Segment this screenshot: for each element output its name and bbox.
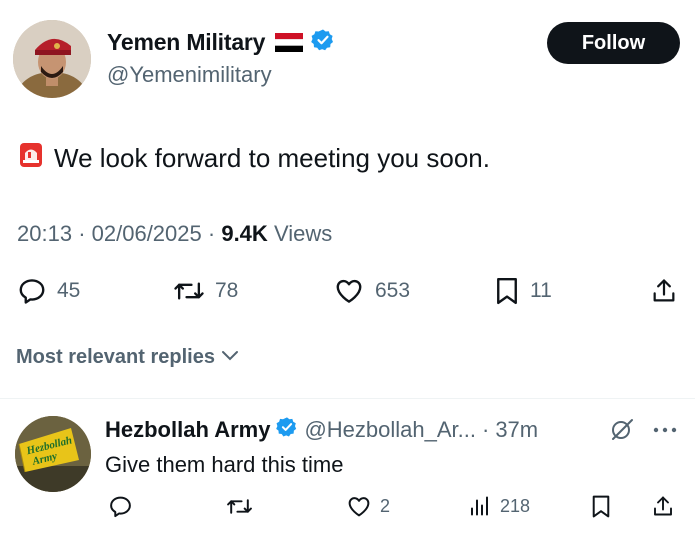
reply-age[interactable]: 37m (495, 417, 538, 443)
reply-avatar-image: Hezbollah Army (15, 416, 91, 492)
reply-icon (17, 276, 47, 306)
views-count: 9.4K (221, 221, 268, 246)
tweet-text-row: We look forward to meeting you soon. (18, 140, 490, 177)
heart-icon (333, 276, 365, 306)
meta-separator: · (207, 221, 216, 246)
reply-button[interactable]: 45 (17, 276, 80, 306)
analytics-icon (468, 494, 492, 519)
reply-views-count: 218 (500, 496, 531, 516)
siren-icon (18, 140, 44, 177)
reply-share-button[interactable] (651, 494, 675, 519)
reply-views-button[interactable]: 218 (468, 494, 530, 519)
heart-icon (346, 494, 372, 519)
reply-like-button[interactable]: 2 (346, 494, 390, 519)
verified-badge-icon (276, 416, 298, 443)
avatar-image (13, 20, 91, 98)
tweet-date[interactable]: 02/06/2025 (92, 221, 202, 246)
reply-author-handle[interactable]: @Hezbollah_Ar... (304, 417, 476, 443)
tweet-time[interactable]: 20:13 (17, 221, 72, 246)
like-button[interactable]: 653 (333, 276, 410, 306)
reply-repost-button[interactable] (226, 494, 261, 519)
bookmark-icon (494, 276, 520, 306)
reply-text: Give them hard this time (105, 452, 344, 477)
repost-icon (173, 276, 205, 306)
like-count: 653 (375, 279, 411, 302)
replies-sort-dropdown[interactable]: Most relevant replies (16, 346, 239, 369)
reply-bookmark-button[interactable] (590, 494, 612, 519)
sort-label: Most relevant replies (16, 346, 215, 368)
chevron-down-icon (221, 346, 239, 369)
grok-icon[interactable] (609, 417, 635, 446)
reply-separator: · (481, 416, 490, 442)
reply-author-name[interactable]: Hezbollah Army (105, 417, 270, 443)
share-icon (651, 494, 675, 519)
author-handle[interactable]: @Yemenimilitary (107, 62, 272, 88)
repost-count: 78 (215, 279, 239, 302)
reply-count: 45 (57, 279, 81, 302)
bookmark-count: 11 (530, 279, 552, 302)
meta-separator: · (78, 221, 86, 246)
section-divider (0, 398, 695, 399)
reply-avatar[interactable]: Hezbollah Army (15, 416, 91, 492)
author-name[interactable]: Yemen Military (107, 29, 265, 56)
repost-button[interactable]: 78 (173, 276, 238, 306)
bookmark-button[interactable]: 11 (494, 276, 552, 306)
reply-reply-button[interactable] (108, 494, 141, 519)
more-options-icon[interactable] (652, 422, 678, 440)
verified-badge-icon (311, 28, 335, 57)
yemen-flag-icon (275, 33, 304, 52)
reply-icon (108, 494, 133, 519)
reply-like-count: 2 (380, 496, 391, 516)
repost-icon (226, 494, 253, 519)
tweet-text: We look forward to meeting you soon. (54, 143, 490, 173)
bookmark-icon (590, 494, 612, 519)
share-icon (650, 276, 678, 306)
follow-button[interactable]: Follow (547, 22, 680, 64)
views-label: Views (273, 221, 333, 246)
share-button[interactable] (650, 276, 678, 306)
tweet-meta: 20:13 · 02/06/2025 · 9.4K Views (17, 221, 332, 247)
author-avatar[interactable] (13, 20, 91, 98)
